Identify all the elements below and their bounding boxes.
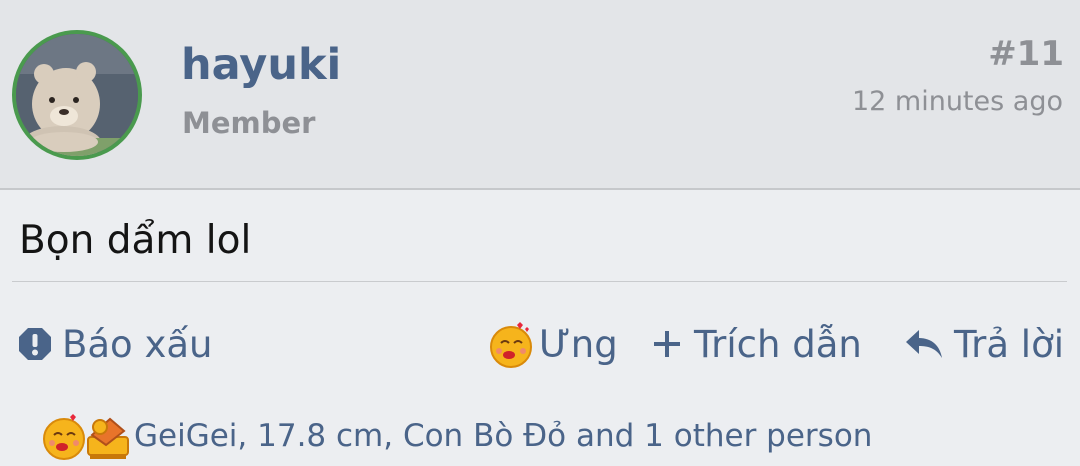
kiss-emoji-icon: [43, 414, 85, 460]
username[interactable]: hayuki: [181, 40, 341, 90]
post-number[interactable]: #11: [988, 34, 1064, 74]
reply-button[interactable]: Trả lời: [904, 316, 1064, 372]
reply-label: Trả lời: [954, 322, 1065, 366]
like-button[interactable]: Ưng: [487, 316, 618, 372]
report-label: Báo xấu: [62, 322, 213, 366]
like-label: Ưng: [539, 322, 618, 366]
post-actions: Báo xấu Ưng Trích dẫn Trả lời: [0, 316, 1080, 372]
reaction-users[interactable]: GeiGei, 17.8 cm, Con Bò Đỏ and 1 other p…: [134, 418, 872, 454]
post-header: hayuki Member #11 12 minutes ago: [0, 0, 1080, 190]
quote-label: Trích dẫn: [694, 322, 862, 366]
kiss-emoji-icon: [487, 319, 539, 369]
exclamation-icon: [18, 327, 62, 361]
avatar[interactable]: [12, 30, 142, 160]
reply-arrow-icon: [904, 328, 954, 360]
report-button[interactable]: Báo xấu: [18, 316, 212, 372]
book-emoji-icon: [87, 417, 129, 459]
divider: [12, 281, 1067, 282]
reaction-summary[interactable]: GeiGei, 17.8 cm, Con Bò Đỏ and 1 other p…: [40, 408, 872, 464]
post-time[interactable]: 12 minutes ago: [852, 86, 1063, 117]
plus-icon: [652, 329, 682, 359]
bear-avatar-icon: [16, 34, 138, 156]
user-role: Member: [182, 106, 316, 140]
quote-button[interactable]: Trích dẫn: [652, 316, 862, 372]
post-content: Bọn dẩm lol: [19, 218, 252, 263]
